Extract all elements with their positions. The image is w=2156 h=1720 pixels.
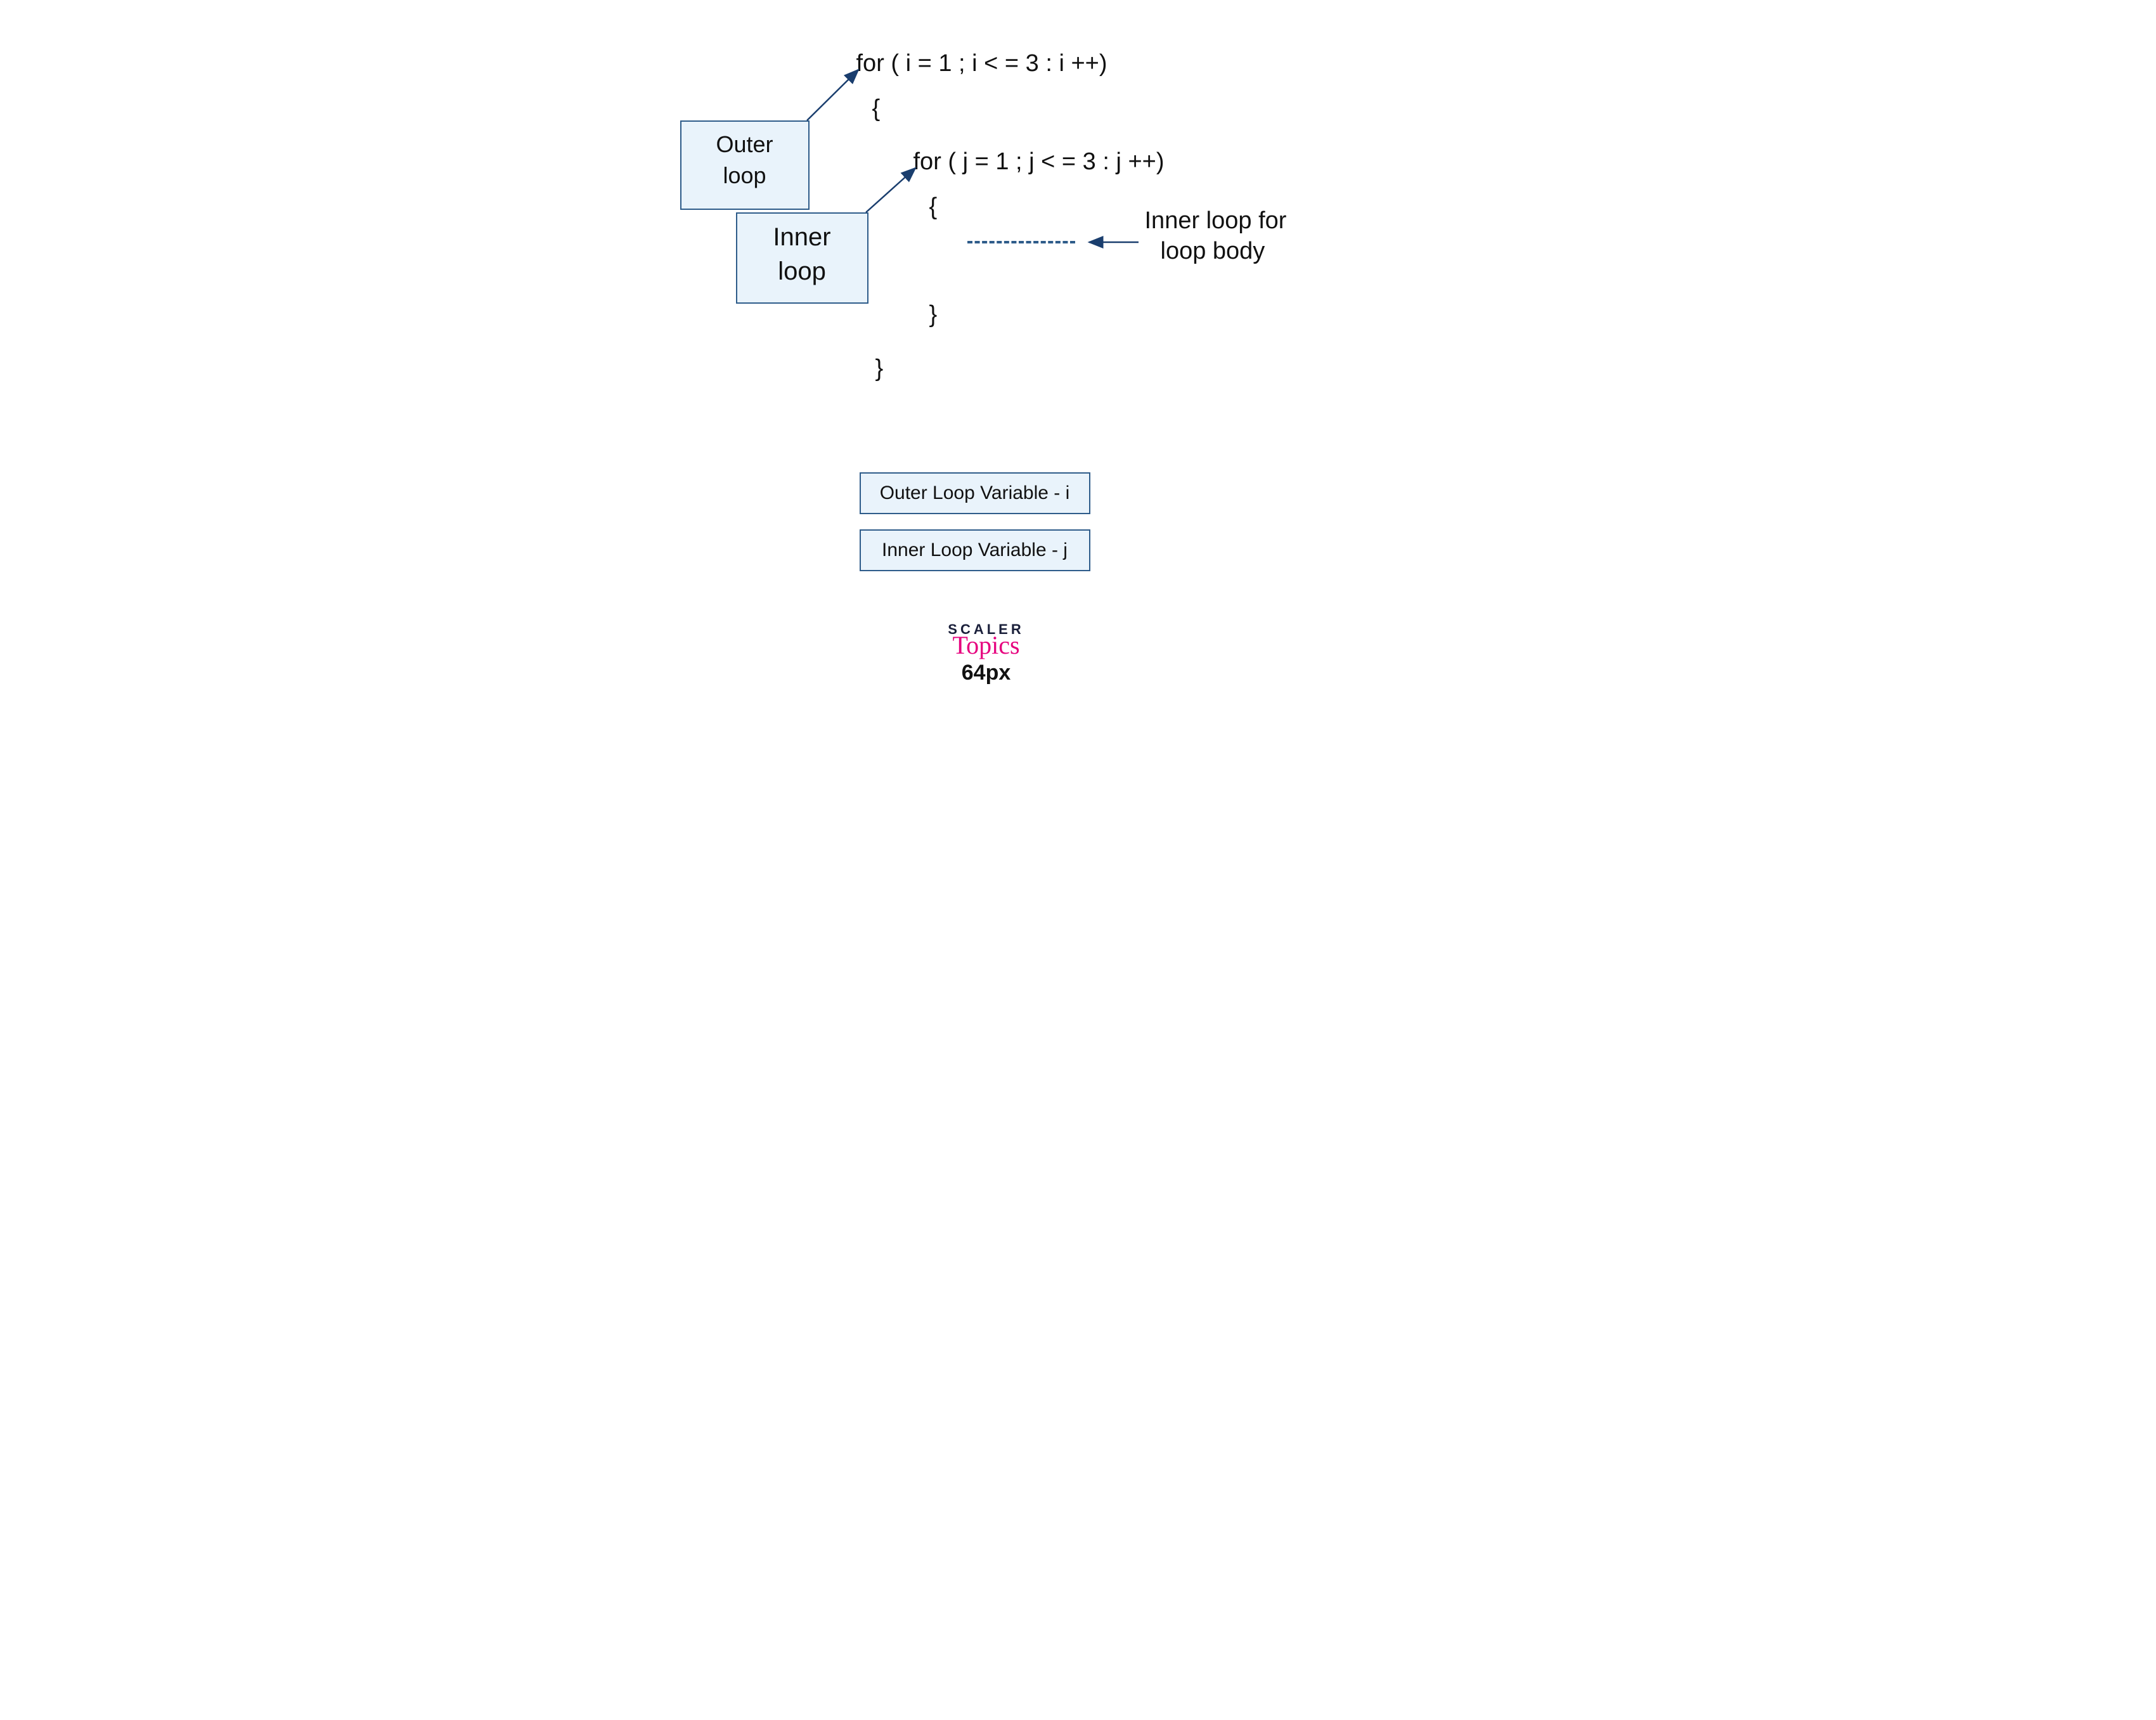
scaler-logo: SCALER Topics 64px <box>939 621 1034 685</box>
inner-for-line: for ( j = 1 ; j < = 3 : j ++) <box>913 149 1165 176</box>
legend-outer-var: Outer Loop Variable - i <box>860 472 1090 514</box>
inner-close-brace: } <box>929 301 938 328</box>
inner-loop-label-box: Inner loop <box>736 212 868 304</box>
outer-open-brace: { <box>872 95 881 122</box>
inner-body-label-line2: loop body <box>1145 236 1287 267</box>
arrow-outer-loop <box>807 70 858 120</box>
inner-body-label: Inner loop for loop body <box>1145 206 1287 266</box>
inner-loop-label-line1: Inner <box>737 220 867 254</box>
outer-loop-label-line1: Outer <box>681 129 808 160</box>
inner-open-brace: { <box>929 193 938 221</box>
outer-close-brace: } <box>875 355 884 382</box>
diagram-canvas: for ( i = 1 ; i < = 3 : i ++) { for ( j … <box>593 0 1563 773</box>
arrows-overlay <box>593 0 1563 773</box>
arrow-inner-loop <box>866 168 915 212</box>
outer-loop-label-box: Outer loop <box>680 120 810 210</box>
inner-body-label-line1: Inner loop for <box>1145 206 1287 236</box>
outer-for-line: for ( i = 1 ; i < = 3 : i ++) <box>856 51 1107 77</box>
legend-inner-var: Inner Loop Variable - j <box>860 529 1090 571</box>
inner-body-placeholder <box>967 241 1075 243</box>
outer-loop-label-line2: loop <box>681 160 808 191</box>
inner-loop-label-line2: loop <box>737 254 867 288</box>
logo-px: 64px <box>939 661 1034 685</box>
logo-sub: Topics <box>939 633 1034 658</box>
